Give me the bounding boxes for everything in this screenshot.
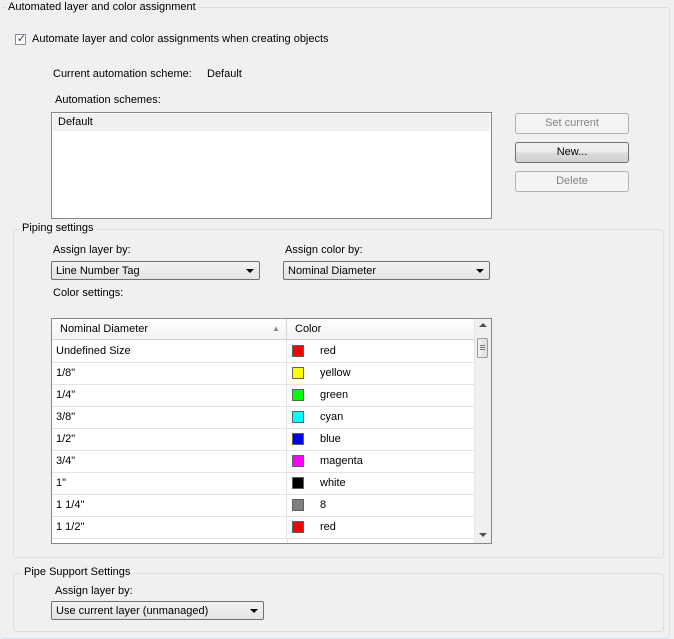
automation-schemes-list[interactable]: Default xyxy=(51,112,492,219)
color-cell[interactable]: red xyxy=(287,340,474,362)
color-name: 8 xyxy=(320,499,327,511)
nominal-diameter-cell: 1/4" xyxy=(52,384,287,406)
nominal-diameter-cell: Undefined Size xyxy=(52,340,287,362)
delete-button[interactable]: Delete xyxy=(515,171,629,192)
automation-schemes-label: Automation schemes: xyxy=(55,94,161,106)
color-swatch xyxy=(292,455,304,467)
color-settings-label: Color settings: xyxy=(53,287,124,299)
color-name: magenta xyxy=(320,455,363,467)
color-name: yellow xyxy=(320,367,351,379)
table-row[interactable]: 1" white xyxy=(52,472,474,495)
nominal-diameter-cell: 1/8" xyxy=(52,362,287,384)
checkmark-icon: ✓ xyxy=(16,32,27,45)
scroll-up-icon[interactable] xyxy=(479,323,487,327)
assign-color-value: Nominal Diameter xyxy=(288,265,377,277)
color-cell[interactable]: green xyxy=(287,384,474,406)
pipe-support-assign-layer-dropdown[interactable]: Use current layer (unmanaged) xyxy=(51,601,264,620)
color-name: green xyxy=(320,389,349,401)
color-cell[interactable]: white xyxy=(287,472,474,494)
color-cell[interactable]: magenta xyxy=(287,450,474,472)
color-cell[interactable]: 8 xyxy=(287,494,474,516)
color-settings-grid[interactable]: Nominal Diameter ▲ Color Undefined Size r… xyxy=(51,318,492,544)
grid-scrollbar[interactable] xyxy=(474,319,491,543)
sort-ascending-icon: ▲ xyxy=(272,324,280,333)
automate-checkbox[interactable]: ✓ xyxy=(15,32,27,45)
color-cell[interactable]: blue xyxy=(287,428,474,450)
pipe-support-assign-layer-value: Use current layer (unmanaged) xyxy=(56,605,209,617)
table-row[interactable]: 1/2" blue xyxy=(52,428,474,451)
table-row[interactable]: Undefined Size red xyxy=(52,340,474,363)
assign-layer-dropdown[interactable]: Line Number Tag xyxy=(51,261,260,280)
nominal-diameter-cell: 1/2" xyxy=(52,428,287,450)
color-name: blue xyxy=(320,433,341,445)
color-name: red xyxy=(320,521,336,533)
nominal-diameter-cell: 1 1/2" xyxy=(52,516,287,538)
table-row[interactable]: 1/8" yellow xyxy=(52,362,474,385)
color-swatch xyxy=(292,433,304,445)
pipe-support-assign-layer-label: Assign layer by: xyxy=(55,585,133,597)
table-row[interactable]: 1 1/2" red xyxy=(52,516,474,539)
color-name: white xyxy=(320,477,346,489)
table-row[interactable]: 3/4" magenta xyxy=(52,450,474,473)
color-swatch xyxy=(292,367,304,379)
nominal-diameter-cell: 1" xyxy=(52,472,287,494)
list-item[interactable]: Default xyxy=(53,114,490,131)
color-swatch xyxy=(292,411,304,423)
scroll-down-icon[interactable] xyxy=(479,533,487,537)
color-cell[interactable]: red xyxy=(287,516,474,538)
automate-checkbox-label[interactable]: Automate layer and color assignments whe… xyxy=(32,33,329,45)
assign-color-label: Assign color by: xyxy=(285,244,363,256)
nominal-diameter-cell: 3/8" xyxy=(52,406,287,428)
color-cell[interactable]: cyan xyxy=(287,406,474,428)
assign-layer-value: Line Number Tag xyxy=(56,265,140,277)
color-cell[interactable]: yellow xyxy=(287,362,474,384)
piping-group-title: Piping settings xyxy=(20,222,96,234)
current-scheme-value: Default xyxy=(207,68,242,80)
automated-group-title: Automated layer and color assignment xyxy=(6,1,198,13)
color-swatch xyxy=(292,345,304,357)
assign-color-dropdown[interactable]: Nominal Diameter xyxy=(283,261,490,280)
nominal-diameter-cell: 3/4" xyxy=(52,450,287,472)
color-swatch xyxy=(292,499,304,511)
table-row[interactable]: 1/4" green xyxy=(52,384,474,407)
table-row-partial xyxy=(52,538,474,544)
chevron-down-icon xyxy=(476,269,484,273)
color-name: cyan xyxy=(320,411,344,423)
current-scheme-label: Current automation scheme: xyxy=(53,68,192,80)
set-current-button[interactable]: Set current xyxy=(515,113,629,134)
assign-layer-label: Assign layer by: xyxy=(53,244,131,256)
column-header-color[interactable]: Color xyxy=(287,319,474,339)
color-swatch xyxy=(292,543,304,544)
grid-header: Nominal Diameter ▲ Color xyxy=(52,319,474,340)
color-swatch xyxy=(292,389,304,401)
color-swatch xyxy=(292,521,304,533)
color-swatch xyxy=(292,477,304,489)
column-header-nominal-diameter[interactable]: Nominal Diameter ▲ xyxy=(52,319,287,339)
chevron-down-icon xyxy=(250,609,258,613)
pipe-support-group-title: Pipe Support Settings xyxy=(22,566,133,578)
table-row[interactable]: 1 1/4" 8 xyxy=(52,494,474,517)
column-header-label: Nominal Diameter xyxy=(60,323,149,335)
color-name: red xyxy=(320,345,336,357)
table-row[interactable]: 3/8" cyan xyxy=(52,406,474,429)
nominal-diameter-cell: 1 1/4" xyxy=(52,494,287,516)
chevron-down-icon xyxy=(246,269,254,273)
new-button[interactable]: New... xyxy=(515,142,629,163)
column-header-label: Color xyxy=(295,323,322,335)
scroll-thumb[interactable] xyxy=(477,338,488,358)
